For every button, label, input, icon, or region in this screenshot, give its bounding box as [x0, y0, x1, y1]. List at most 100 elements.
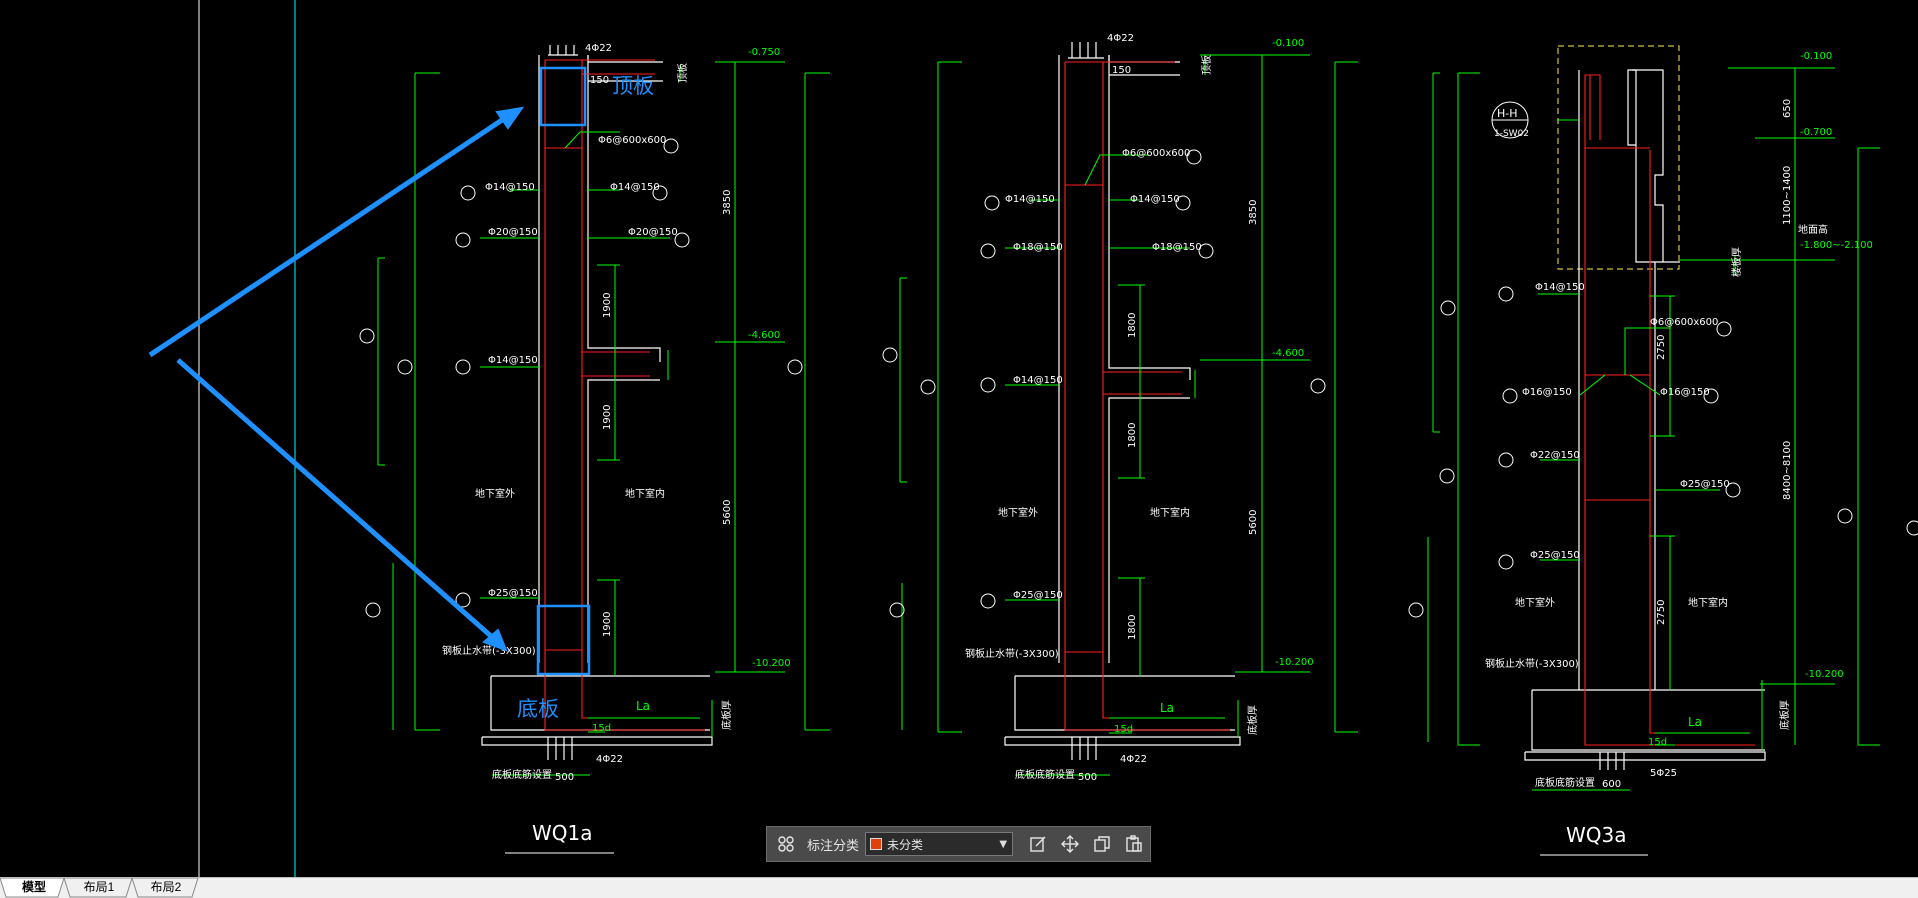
tab-layout1[interactable]: 布局1 [70, 878, 128, 897]
copy-icon[interactable] [1091, 833, 1113, 855]
callout-box-top-slab [539, 66, 587, 127]
tab-layout2[interactable]: 布局2 [138, 878, 194, 897]
dimension-text: 600 [1602, 779, 1621, 790]
elevation-label: -1.800~-2.100 [1800, 240, 1873, 251]
dimension-text: 650 [1782, 99, 1793, 118]
dimension-text: 5600 [1248, 510, 1259, 535]
side-note: 底板厚 [1246, 705, 1259, 735]
rebar-label: 4Φ22 [585, 43, 612, 54]
rebar-label: Φ14@150 [1130, 194, 1180, 205]
dimension-text: 150 [1112, 65, 1131, 76]
dimension-text: 150 [590, 75, 609, 86]
arrow-to-bottom-slab [176, 358, 494, 639]
elevation-label: -10.200 [752, 658, 791, 669]
elevation-label: -0.100 [1800, 51, 1832, 62]
move-icon[interactable] [1059, 833, 1081, 855]
rebar-label: Φ6@600x600 [1122, 148, 1190, 159]
section-ref: 1-SW02 [1494, 129, 1529, 139]
dimension-text: 1800 [1127, 615, 1138, 640]
dimension-text: 1800 [1127, 313, 1138, 338]
side-note: 楼板厚 [1730, 247, 1743, 277]
category-value: 未分类 [887, 837, 924, 852]
tab-model[interactable]: 模型 [8, 878, 60, 897]
chevron-down-icon: ▼ [999, 839, 1008, 850]
rebar-label: Φ18@150 [1152, 242, 1202, 253]
arrow-to-top-slab [148, 115, 507, 358]
rebar-label: Φ20@150 [628, 227, 678, 238]
dimension-text: 1900 [602, 293, 613, 318]
rebar-label: Φ25@150 [1680, 479, 1730, 490]
callout-label-top-slab: 顶板 [612, 74, 654, 98]
arrowhead-icon [495, 106, 525, 130]
waterstop-label: 钢板止水带(-3X300) [965, 647, 1059, 660]
drawing-wq1a: 4Φ22 Φ6@600x600 Φ14@150 Φ14@150 Φ20@150 … [359, 43, 830, 854]
dimension-text: 15d [1114, 724, 1133, 735]
dimension-text: 8400~8100 [1782, 441, 1793, 500]
waterstop-label: 钢板止水带(-3X300) [442, 644, 536, 657]
side-note: 顶板 [676, 63, 689, 83]
elevation-label: -4.600 [748, 330, 780, 341]
rebar-label: Φ16@150 [1522, 387, 1572, 398]
room-label-outside: 地下室外 [475, 487, 515, 500]
rebar-label: Φ25@150 [488, 588, 538, 599]
dimension-text: 15d [1648, 737, 1667, 748]
rebar-label: 4Φ22 [596, 754, 623, 765]
edit-icon[interactable] [1027, 833, 1049, 855]
bottom-rebar-note: 底板底筋设置 [1535, 776, 1595, 789]
rebar-label: Φ6@600x600 [1650, 317, 1718, 328]
side-note: 地面高 [1798, 223, 1828, 236]
elevation-label: -10.200 [1805, 669, 1844, 680]
dimension-text: 15d [592, 723, 611, 734]
elevation-label: -4.600 [1272, 348, 1304, 359]
dimension-text: La [636, 699, 650, 713]
dimension-text: 500 [555, 772, 574, 783]
grid-icon[interactable] [775, 833, 797, 855]
rebar-label: 4Φ22 [1107, 33, 1134, 44]
dimension-text: 3850 [1248, 200, 1259, 225]
bottom-rebar-note: 底板底筋设置 [492, 768, 552, 781]
paste-icon[interactable] [1123, 833, 1145, 855]
rebar-label: Φ20@150 [488, 227, 538, 238]
rebar-label: Φ16@150 [1660, 387, 1710, 398]
bottom-rebar-note: 底板底筋设置 [1015, 768, 1075, 781]
dimension-text: 1800 [1127, 423, 1138, 448]
dimension-text: 1100~1400 [1782, 166, 1793, 225]
elevation-label: -0.100 [1272, 38, 1304, 49]
category-select[interactable]: 未分类 ▼ [865, 832, 1014, 856]
drawing-title: WQ1a [532, 821, 593, 845]
annotation-toolbar: 标注分类 未分类 ▼ [766, 826, 1151, 862]
room-label-inside: 地下室内 [625, 487, 665, 500]
rebar-label: Φ14@150 [1005, 194, 1055, 205]
dimension-text: 500 [1078, 772, 1097, 783]
category-color-swatch [870, 838, 883, 850]
dimension-text: 1900 [602, 612, 613, 637]
drawing-wq3a: H-H 1-SW02 Φ14@150 Φ6@600x600 Φ16@150 Φ1… [1408, 45, 1918, 856]
dimension-text: 2750 [1656, 335, 1667, 360]
dimension-text: 2750 [1656, 600, 1667, 625]
rebar-label: Φ14@150 [1013, 375, 1063, 386]
rebar-label: Φ14@150 [488, 355, 538, 366]
dimension-text: 3850 [722, 190, 733, 215]
rebar-label: Φ18@150 [1013, 242, 1063, 253]
drawing-title: WQ3a [1566, 823, 1627, 847]
side-note: 顶板 [1200, 55, 1213, 75]
side-note: 底板厚 [1778, 700, 1791, 730]
section-id: H-H [1497, 107, 1518, 120]
rebar-label: Φ14@150 [610, 182, 660, 193]
rebar-label: Φ25@150 [1013, 590, 1063, 601]
section-box [1557, 45, 1680, 270]
room-label-inside: 地下室内 [1688, 596, 1728, 609]
rebar-label: Φ14@150 [485, 182, 535, 193]
annotation-arrows [148, 106, 525, 652]
cad-drawing-canvas[interactable]: 4Φ22 Φ6@600x600 Φ14@150 Φ14@150 Φ20@150 … [0, 0, 1918, 877]
elevation-label: -0.750 [748, 47, 780, 58]
rebar-label: Φ6@600x600 [598, 135, 666, 146]
category-label: 标注分类 [807, 838, 860, 854]
waterstop-label: 钢板止水带(-3X300) [1485, 657, 1579, 670]
dimension-text: La [1688, 715, 1702, 729]
rebar-label: Φ25@150 [1530, 550, 1580, 561]
rebar-label: Φ22@150 [1530, 450, 1580, 461]
drawing-wq2: 4Φ22 Φ6@600x600 Φ14@150 Φ14@150 Φ18@150 … [882, 33, 1358, 783]
rebar-label: 4Φ22 [1120, 754, 1147, 765]
room-label-outside: 地下室外 [998, 506, 1038, 519]
